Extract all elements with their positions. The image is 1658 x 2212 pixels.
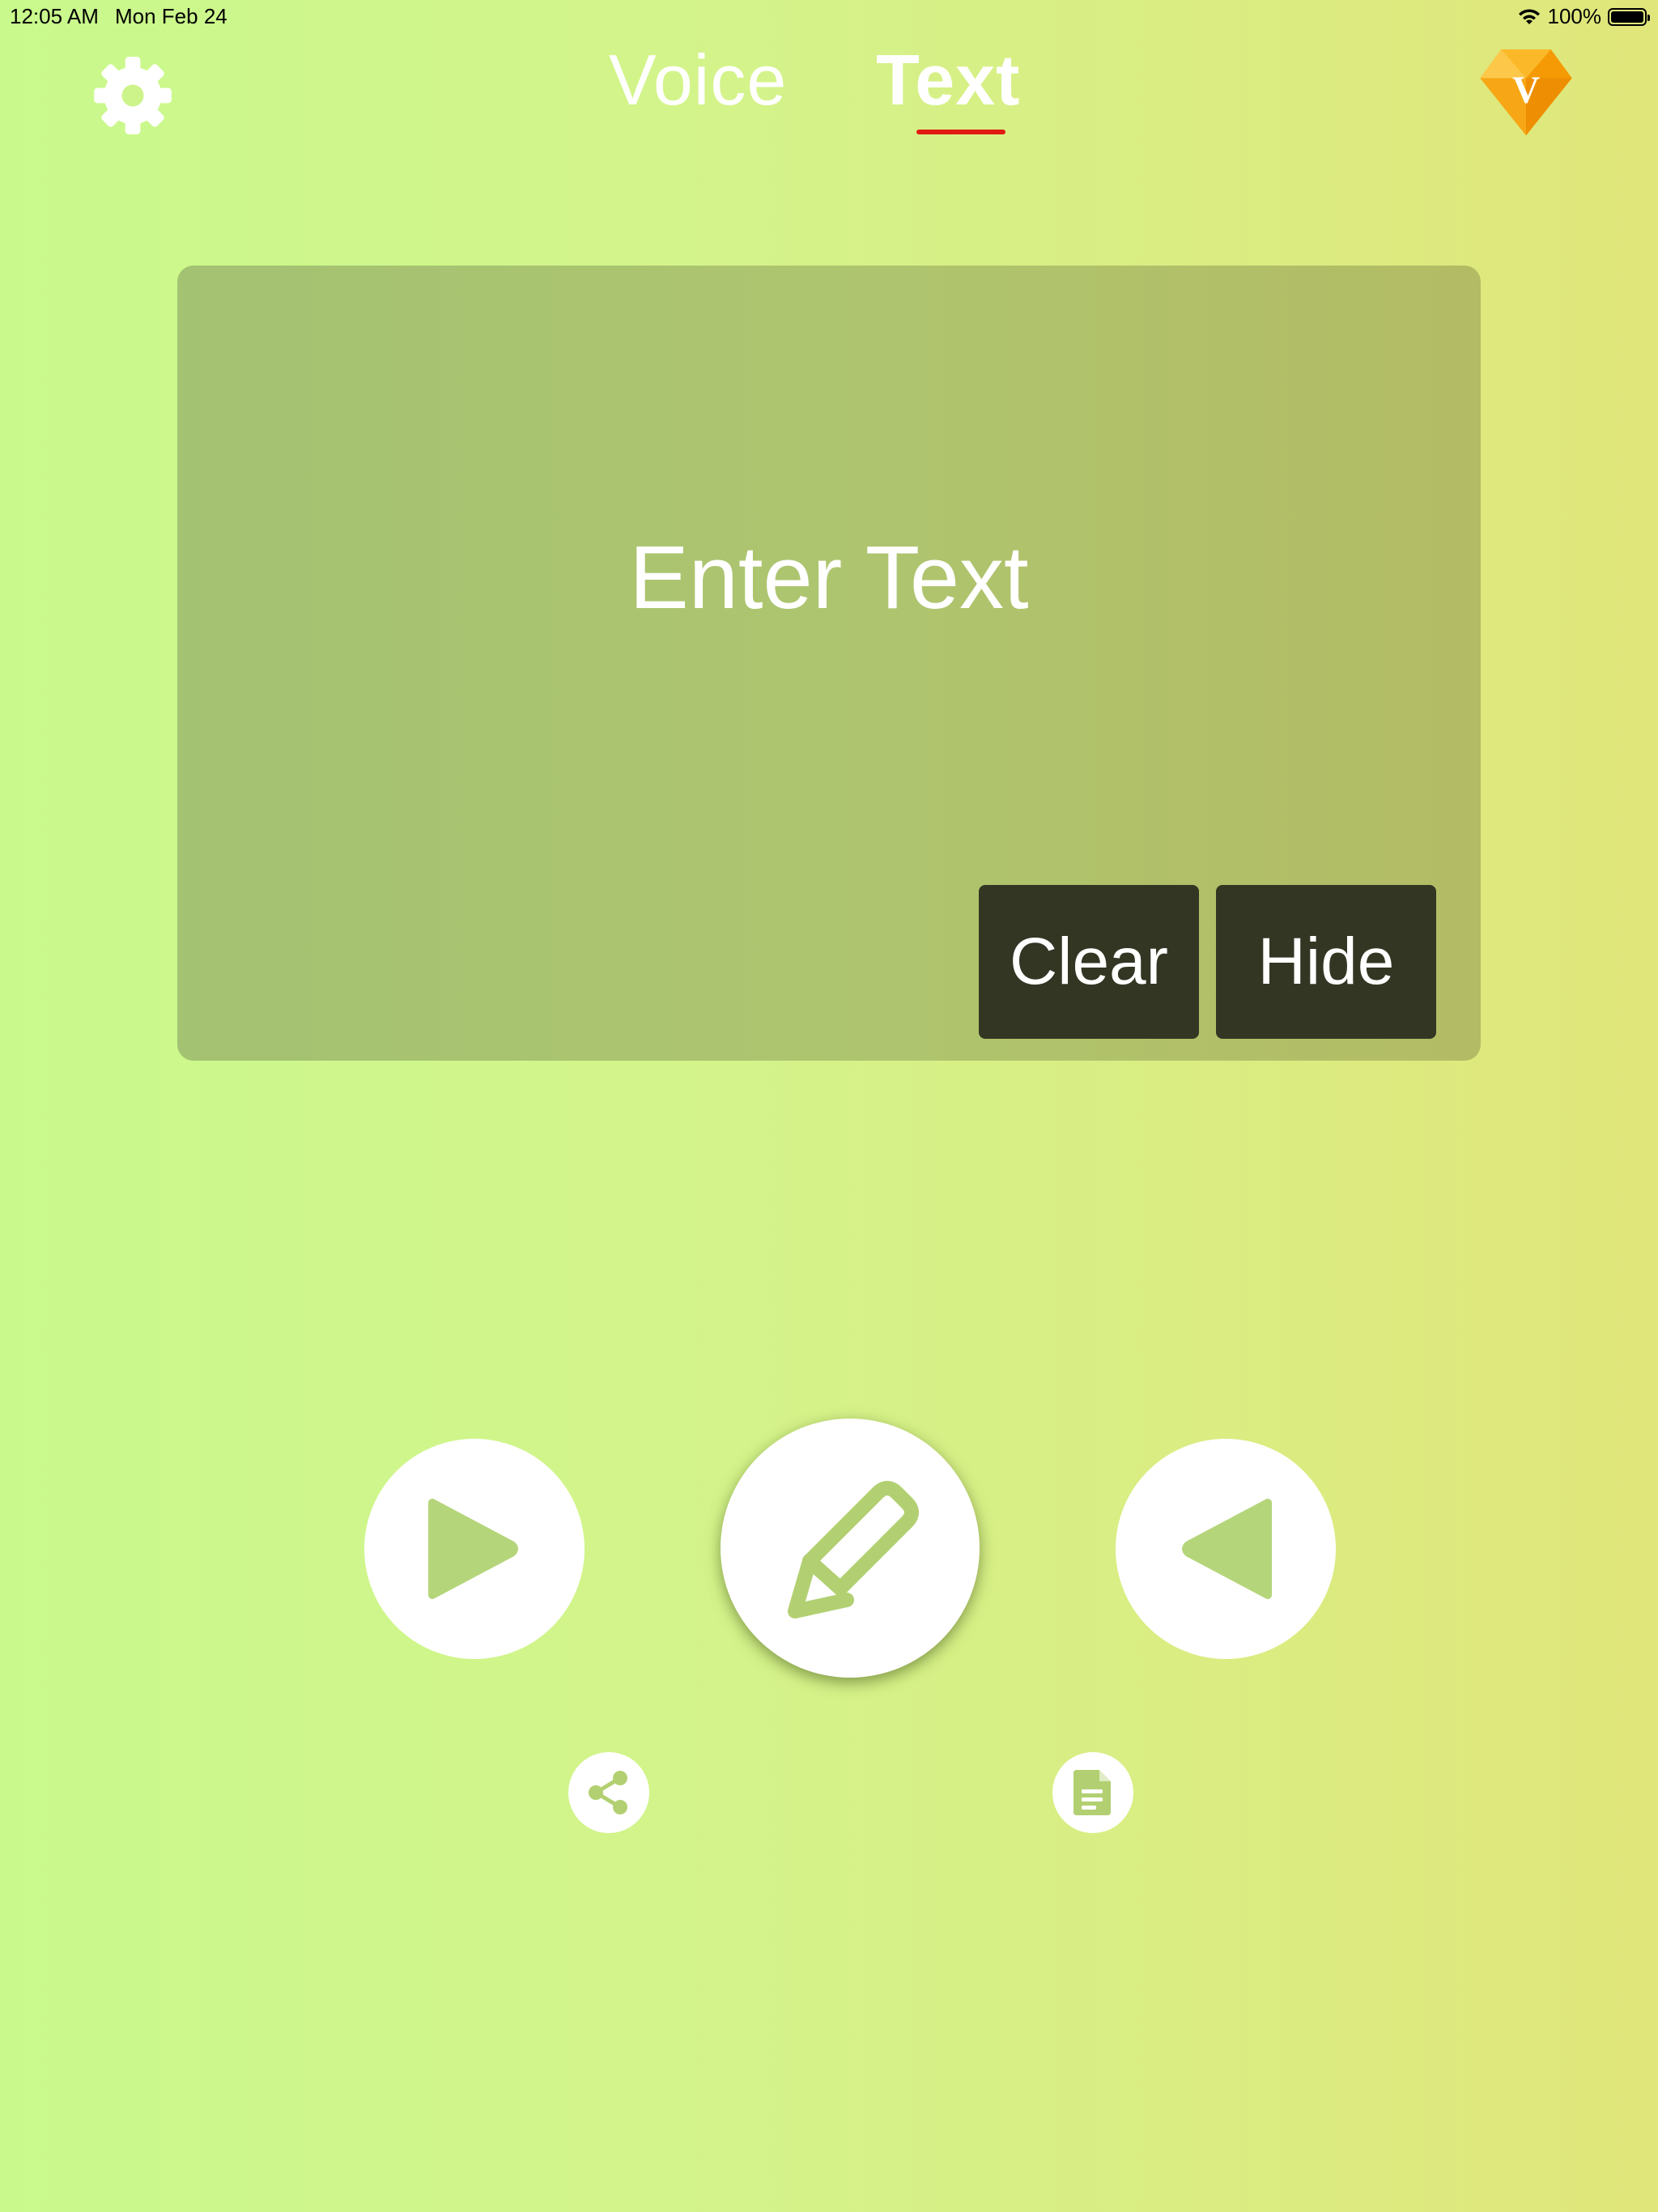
reverse-play-icon (1182, 1499, 1272, 1599)
share-button[interactable] (568, 1752, 649, 1833)
play-button[interactable] (364, 1439, 585, 1659)
pencil-icon (788, 1481, 919, 1619)
text-input-panel[interactable]: Enter Text Clear Hide (177, 266, 1481, 1061)
app-screen: 12:05 AM Mon Feb 24 100% Voice Text V En… (0, 0, 1658, 2212)
text-placeholder: Enter Text (629, 528, 1029, 627)
wifi-icon (1518, 8, 1540, 24)
edit-button[interactable] (721, 1419, 980, 1678)
share-icon (589, 1771, 627, 1814)
tab-voice[interactable]: Voice (609, 39, 787, 121)
battery-icon (1608, 7, 1650, 26)
premium-letter: V (1512, 70, 1540, 112)
hide-button[interactable]: Hide (1216, 885, 1436, 1039)
status-time: 12:05 AM (10, 4, 99, 28)
document-button[interactable] (1052, 1752, 1133, 1833)
status-indicators: 100% (1517, 4, 1650, 29)
battery-percent: 100% (1547, 4, 1602, 28)
clear-button[interactable]: Clear (979, 885, 1199, 1039)
diamond-icon[interactable]: V (1478, 44, 1574, 139)
document-icon (1073, 1770, 1111, 1815)
reverse-play-button[interactable] (1116, 1439, 1336, 1659)
status-bar: 12:05 AM Mon Feb 24 100% (0, 0, 1658, 34)
play-icon (428, 1499, 518, 1599)
active-tab-indicator (916, 130, 1005, 134)
status-date: Mon Feb 24 (115, 4, 227, 28)
tab-text[interactable]: Text (876, 39, 1020, 121)
battery-level (1611, 11, 1643, 23)
gear-icon[interactable] (91, 53, 175, 138)
